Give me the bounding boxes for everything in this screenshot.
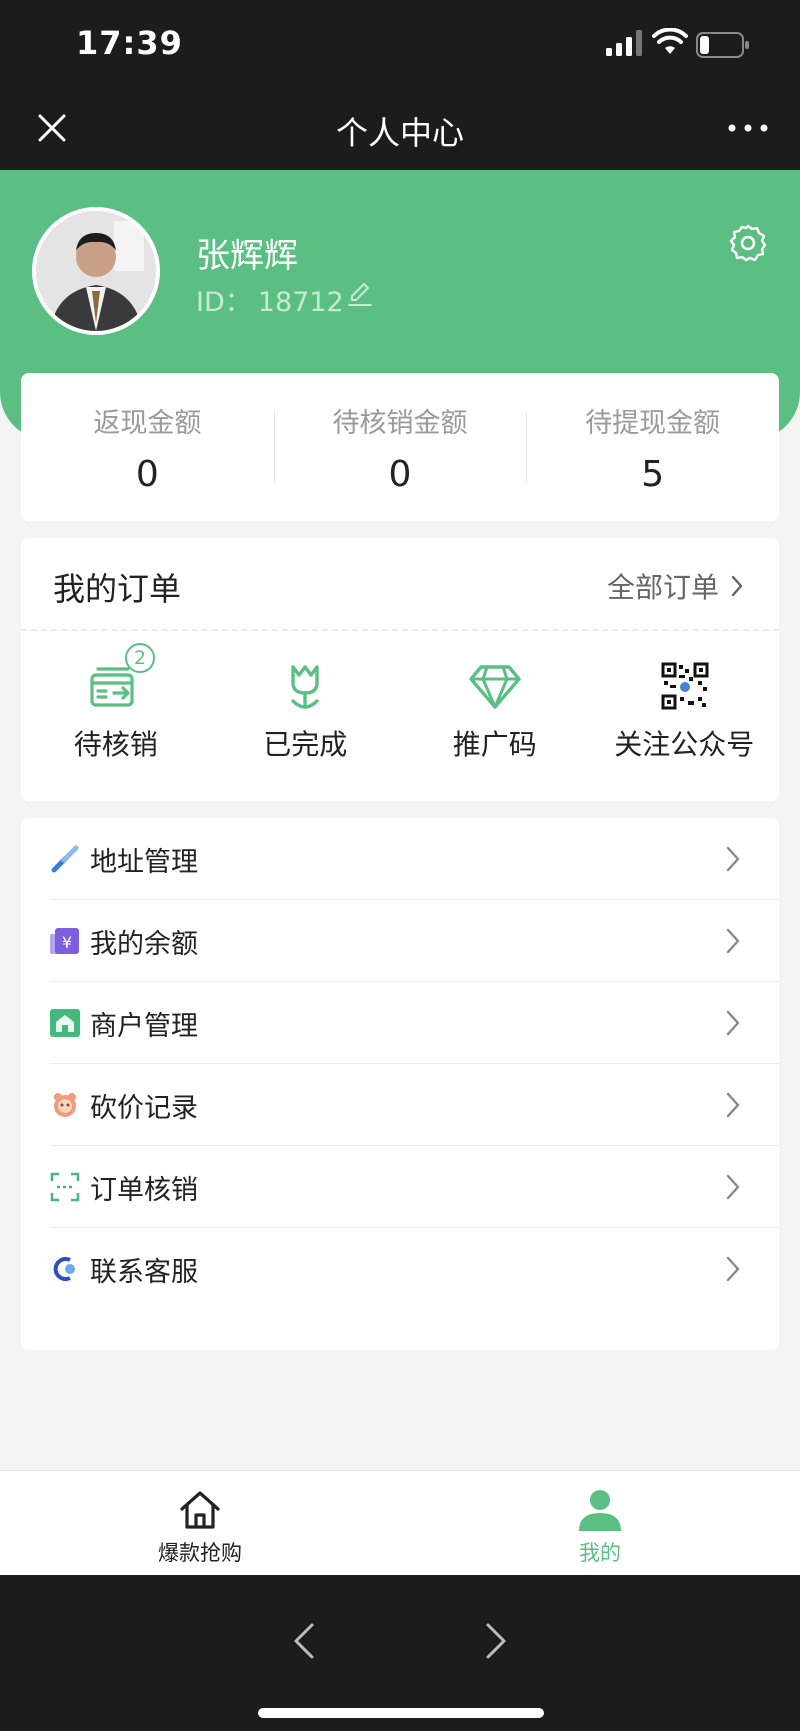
chevron-right-icon <box>726 1010 740 1036</box>
gear-icon[interactable] <box>728 223 768 263</box>
back-arrow-icon[interactable] <box>292 1621 316 1661</box>
balance-card: 返现金额 0 待核销金额 0 待提现金额 5 <box>21 373 779 521</box>
balance-label: 待提现金额 <box>585 408 721 439</box>
status-time: 17:39 <box>76 24 183 62</box>
balance-value: 0 <box>388 454 412 495</box>
menu-item-balance[interactable]: ¥ 我的余额 <box>50 900 779 982</box>
status-bar: 17:39 <box>0 0 800 90</box>
menu-item-customer-service[interactable]: 联系客服 <box>50 1228 779 1310</box>
home-indicator <box>258 1708 544 1718</box>
order-count-badge: 2 <box>125 643 155 673</box>
balance-cashback[interactable]: 返现金额 0 <box>21 373 274 521</box>
avatar[interactable] <box>32 207 160 335</box>
chevron-right-icon <box>726 846 740 872</box>
home-icon <box>180 1491 220 1529</box>
tab-label: 我的 <box>579 1541 621 1565</box>
order-item-label: 关注公众号 <box>614 728 755 761</box>
order-completed[interactable]: 已完成 <box>211 631 401 799</box>
balance-icon: ¥ <box>50 928 79 954</box>
order-follow-account[interactable]: 关注公众号 <box>590 631 780 799</box>
chevron-right-icon <box>726 1174 740 1200</box>
tulip-icon <box>291 665 319 709</box>
menu-item-bargain[interactable]: 砍价记录 <box>50 1064 779 1146</box>
browser-bottom-bar <box>0 1575 800 1731</box>
svg-text:¥: ¥ <box>62 933 72 952</box>
user-icon <box>579 1490 621 1531</box>
menu-item-address[interactable]: 地址管理 <box>50 818 779 900</box>
menu-item-label: 地址管理 <box>90 847 198 878</box>
balance-value: 0 <box>135 454 159 495</box>
bargain-icon <box>54 1093 76 1117</box>
wifi-icon <box>652 28 688 54</box>
menu-list: 地址管理 ¥ 我的余额 商户管理 砍价记录 订单核销 联系客服 <box>21 818 779 1350</box>
order-item-label: 推广码 <box>452 728 537 761</box>
balance-value: 5 <box>641 454 665 495</box>
user-name: 张辉辉 <box>196 236 298 276</box>
chevron-right-icon <box>726 928 740 954</box>
all-orders-label: 全部订单 <box>606 571 719 604</box>
chevron-right-icon <box>726 1092 740 1118</box>
user-id: ID： 18712 <box>196 280 344 319</box>
signal-icon <box>606 30 642 56</box>
balance-label: 返现金额 <box>93 408 202 439</box>
menu-item-merchant[interactable]: 商户管理 <box>50 982 779 1064</box>
page-title: 个人中心 <box>335 114 464 152</box>
balance-pending-verify[interactable]: 待核销金额 0 <box>273 373 527 521</box>
orders-header: 我的订单 全部订单 <box>21 538 779 631</box>
menu-item-label: 砍价记录 <box>90 1093 198 1124</box>
orders-card: 我的订单 全部订单 2 待核销 已完成 推广码 关注公众号 <box>21 538 779 801</box>
all-orders-link[interactable]: 全部订单 <box>607 566 743 606</box>
orders-title: 我的订单 <box>53 570 182 608</box>
edit-icon[interactable] <box>346 280 374 308</box>
forward-arrow-icon[interactable] <box>484 1621 508 1661</box>
order-pending-verify[interactable]: 2 待核销 <box>21 631 211 799</box>
tab-label: 爆款抢购 <box>158 1541 242 1565</box>
nav-bar: 个人中心 <box>0 90 800 170</box>
menu-item-label: 联系客服 <box>90 1257 198 1288</box>
tab-hot-deals[interactable]: 爆款抢购 <box>0 1471 400 1575</box>
menu-item-label: 商户管理 <box>90 1011 198 1042</box>
menu-item-order-verify[interactable]: 订单核销 <box>50 1146 779 1228</box>
order-item-label: 待核销 <box>73 728 158 761</box>
diamond-icon <box>469 665 521 709</box>
balance-pending-withdraw[interactable]: 待提现金额 5 <box>526 373 779 521</box>
service-icon <box>53 1257 75 1281</box>
chevron-right-icon <box>731 575 743 597</box>
scan-icon <box>50 1172 80 1202</box>
qrcode-icon <box>661 662 709 710</box>
order-promo-code[interactable]: 推广码 <box>400 631 590 799</box>
menu-item-label: 订单核销 <box>90 1175 198 1206</box>
user-id-label: ID： <box>196 287 252 318</box>
user-id-value: 18712 <box>257 287 344 318</box>
address-icon <box>51 845 79 873</box>
order-item-label: 已完成 <box>263 728 348 761</box>
avatar-photo <box>36 211 156 331</box>
tab-mine[interactable]: 我的 <box>400 1471 800 1575</box>
battery-icon <box>696 32 749 58</box>
tab-bar: 爆款抢购 我的 <box>0 1470 800 1575</box>
merchant-icon <box>50 1009 80 1037</box>
balance-label: 待核销金额 <box>332 408 468 439</box>
menu-item-label: 我的余额 <box>90 929 198 960</box>
chevron-right-icon <box>726 1256 740 1282</box>
more-icon[interactable] <box>726 118 770 138</box>
